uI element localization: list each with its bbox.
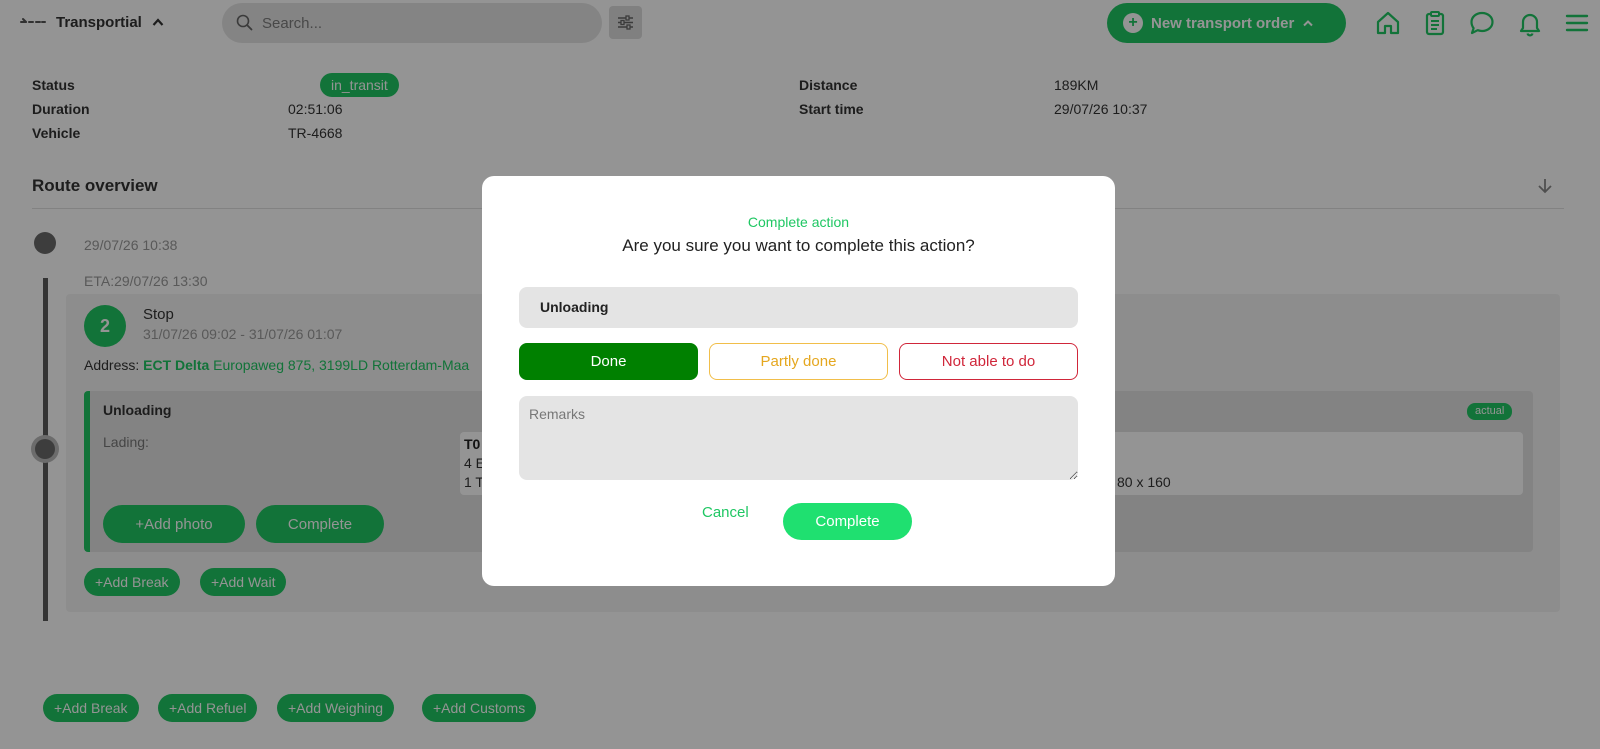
action-name-field: Unloading: [519, 287, 1078, 328]
complete-button[interactable]: Complete: [783, 503, 912, 540]
done-button[interactable]: Done: [519, 343, 698, 380]
modal-title: Complete action: [747, 214, 850, 230]
not-able-button[interactable]: Not able to do: [899, 343, 1078, 380]
complete-action-modal: Complete action Are you sure you want to…: [482, 176, 1115, 586]
cancel-button[interactable]: Cancel: [702, 504, 749, 521]
remarks-textarea[interactable]: [519, 396, 1078, 480]
modal-question: Are you sure you want to complete this a…: [622, 236, 975, 255]
partly-done-button[interactable]: Partly done: [709, 343, 888, 380]
